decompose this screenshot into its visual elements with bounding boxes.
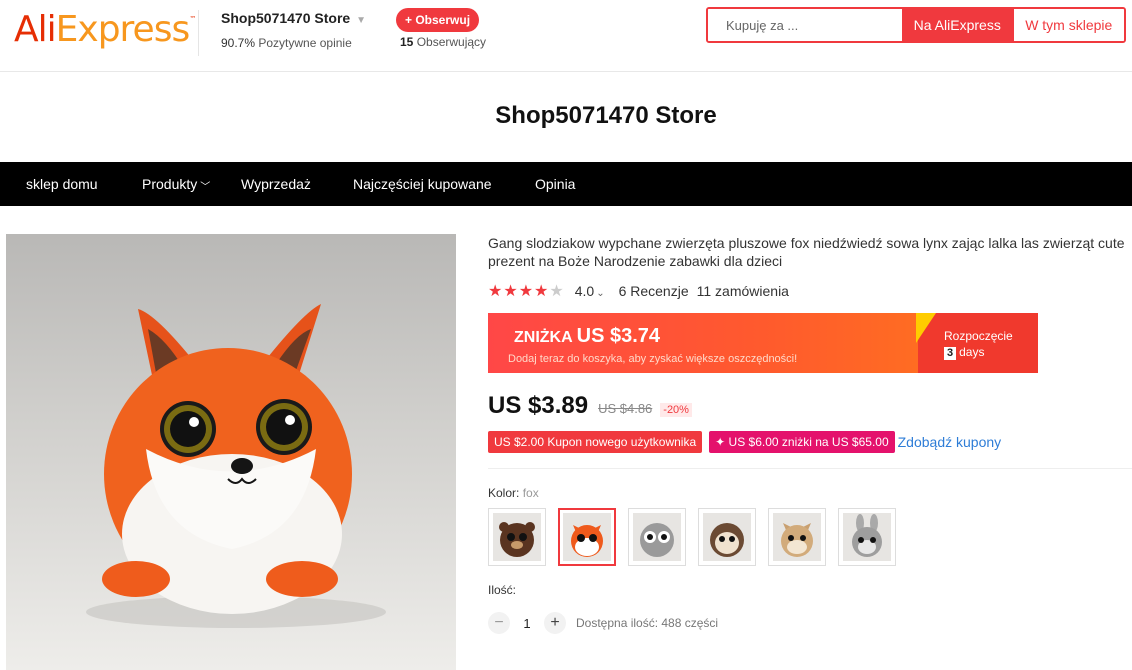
nav-item-products[interactable]: Produkty ﹀ <box>142 176 211 193</box>
discount-banner: ZNIŻKA US $3.74 Dodaj teraz do koszyka, a… <box>488 313 1038 373</box>
star-rating-icon: ★★★★★ <box>488 283 565 300</box>
positive-label: Pozytywne opinie <box>258 36 352 50</box>
discount-subtext: Dodaj teraz do koszyka, aby zyskać więks… <box>508 353 798 365</box>
current-price: US $3.89 <box>488 392 589 419</box>
days-label: days <box>959 345 985 359</box>
nav-item-feedback[interactable]: Opinia <box>535 176 575 192</box>
days-number: 3 <box>944 347 957 360</box>
reviews-count[interactable]: 6 Recenzje <box>619 283 689 299</box>
followers-count: 15 Obserwujący <box>400 35 486 49</box>
search-store-button[interactable]: W tym sklepie <box>1012 9 1124 41</box>
aliexpress-logo[interactable]: AliExpress™ <box>14 9 196 50</box>
discount-word: ZNIŻKA <box>514 329 573 346</box>
chevron-down-icon: ⌄ <box>596 288 605 299</box>
bear-thumbnail <box>493 513 541 561</box>
color-option-owl[interactable] <box>628 508 686 566</box>
logo-express-text: Express <box>55 9 191 50</box>
chevron-down-icon: ﹀ <box>200 182 211 193</box>
store-discount-coupon[interactable]: ✦ US $6.00 zniżki na US $65.00 <box>709 431 895 453</box>
discount-badge: -20% <box>660 403 692 417</box>
followers-label: Obserwujący <box>416 35 487 49</box>
rabbit-thumbnail <box>843 513 891 561</box>
color-option-bear[interactable] <box>488 508 546 566</box>
new-user-coupon[interactable]: US $2.00 Kupon nowego użytkownika <box>488 431 703 453</box>
header-divider <box>198 10 199 56</box>
nav-item-home[interactable]: sklep domu <box>26 176 98 192</box>
lynx-thumbnail <box>773 513 821 561</box>
color-option-lynx[interactable] <box>768 508 826 566</box>
bear-plush-icon <box>499 522 535 557</box>
minus-icon[interactable]: − <box>488 612 510 634</box>
owl-thumbnail <box>633 513 681 561</box>
plus-icon[interactable]: + <box>544 612 566 634</box>
store-name: Shop5071470 Store <box>221 10 351 26</box>
orders-count: 11 zamówienia <box>696 283 789 299</box>
fox-thumbnail <box>563 513 611 561</box>
countdown-text: Rozpoczęcie 3 days <box>944 328 1013 360</box>
store-name-dropdown[interactable]: Shop5071470 Store ▼ <box>221 10 366 26</box>
rating-row: ★★★★★ 4.0 ⌄ 6 Recenzje 11 zamówienia <box>488 281 789 301</box>
nav-item-sale[interactable]: Wyprzedaż <box>241 176 311 192</box>
color-options <box>488 508 908 566</box>
hedgehog-thumbnail <box>703 513 751 561</box>
promo-accent-triangle <box>916 313 936 343</box>
top-header: AliExpress™ Shop5071470 Store ▼ 90.7% Poz… <box>0 0 1132 72</box>
section-divider <box>488 468 1132 469</box>
owl-plush-icon <box>640 523 674 557</box>
color-value: fox <box>522 486 539 500</box>
search-bar: Na AliExpress W tym sklepie <box>706 7 1126 43</box>
positive-feedback: 90.7% Pozytywne opinie <box>221 36 352 50</box>
nav-item-products-label: Produkty <box>142 176 198 192</box>
search-input[interactable] <box>708 9 902 41</box>
positive-value: 90.7% <box>221 36 256 50</box>
start-label: Rozpoczęcie <box>944 329 1013 343</box>
store-banner-title: Shop5071470 Store <box>495 102 717 129</box>
search-aliexpress-button[interactable]: Na AliExpress <box>902 9 1013 41</box>
product-main-image[interactable] <box>6 234 456 670</box>
rating-value: 4.0 <box>574 283 595 299</box>
nav-item-bestsellers[interactable]: Najczęściej kupowane <box>353 176 492 192</box>
fox-plush-icon <box>571 525 603 557</box>
quantity-label: Ilość: <box>488 583 517 597</box>
fox-plush-illustration <box>86 304 386 628</box>
availability-text: Dostępna ilość: 488 części <box>576 616 719 630</box>
store-nav: sklep domu Produkty ﹀ Wyprzedaż Najczęści… <box>0 162 1132 206</box>
lynx-plush-icon <box>781 523 813 557</box>
logo-ali-text: Ali <box>14 9 57 50</box>
color-option-hedgehog[interactable] <box>698 508 756 566</box>
color-option-fox[interactable] <box>558 508 616 566</box>
color-label: Kolor: fox <box>488 486 539 500</box>
rabbit-plush-icon <box>852 514 882 557</box>
price-row: US $3.89 US $4.86 -20% <box>488 392 692 420</box>
coupon-row: US $2.00 Kupon nowego użytkownika ✦ US $… <box>488 431 1001 453</box>
quantity-stepper: − 1 + Dostępna ilość: 488 części <box>488 612 718 634</box>
color-option-rabbit[interactable] <box>838 508 896 566</box>
color-label-text: Kolor: <box>488 486 520 500</box>
follow-button[interactable]: + Obserwuj <box>396 8 480 32</box>
hedgehog-plush-icon <box>710 523 744 557</box>
get-coupons-link[interactable]: Zdobądź kupony <box>898 434 1002 450</box>
discount-label: ZNIŻKA US $3.74 <box>514 325 660 348</box>
logo-trademark: ™ <box>189 15 196 23</box>
product-title: Gang slodziakow wypchane zwierzęta plusz… <box>488 235 1125 269</box>
discount-amount: US $3.74 <box>576 325 661 347</box>
quantity-value[interactable]: 1 <box>510 616 544 631</box>
followers-number: 15 <box>400 35 414 49</box>
rating-score[interactable]: 4.0 ⌄ <box>575 283 605 299</box>
chevron-down-icon: ▼ <box>356 15 367 26</box>
original-price: US $4.86 <box>598 401 653 416</box>
